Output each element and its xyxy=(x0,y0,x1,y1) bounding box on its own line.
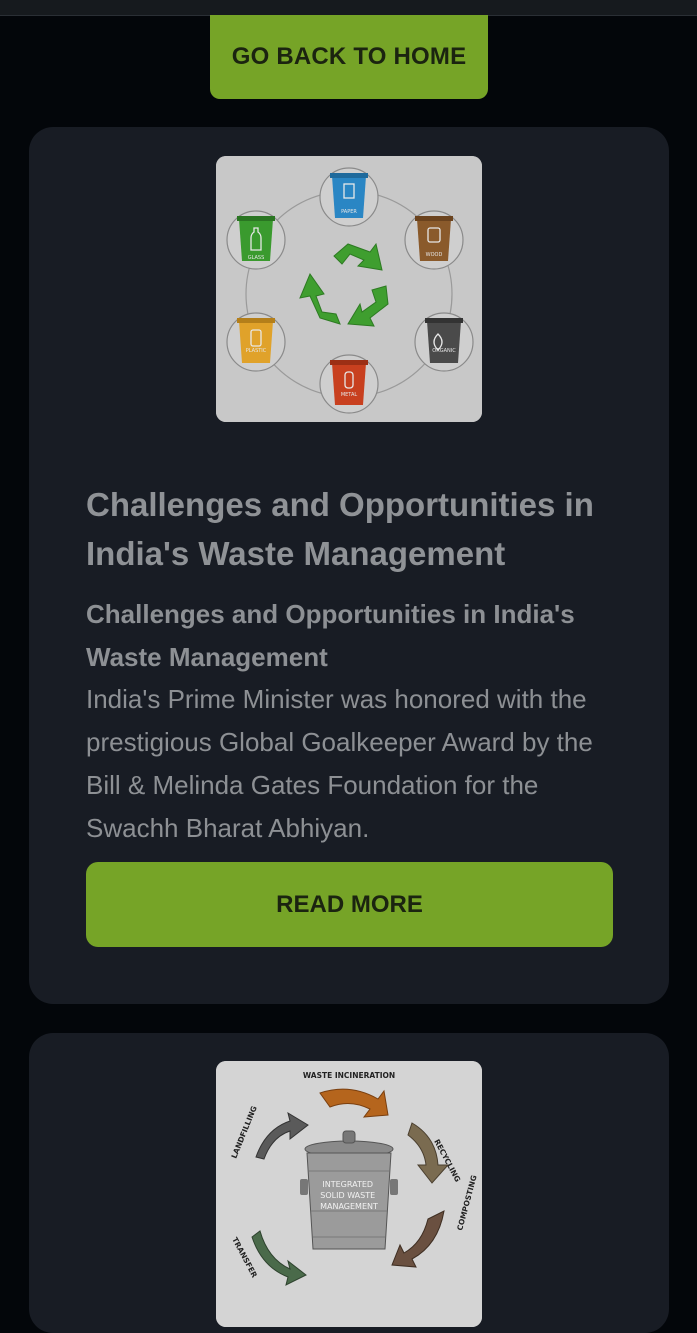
recycle-bins-image: PAPER WOOD ORGANIC METAL PLASTIC GLASS xyxy=(216,156,482,422)
article-summary: India's Prime Minister was honored with … xyxy=(86,684,593,843)
article-card: PAPER WOOD ORGANIC METAL PLASTIC GLASS C… xyxy=(29,127,669,1004)
browser-top-bar xyxy=(0,0,697,16)
bin-label-paper: PAPER xyxy=(341,209,357,215)
recycle-bins-icon: PAPER WOOD ORGANIC METAL PLASTIC GLASS xyxy=(216,156,482,422)
integrated-waste-management-image: WASTE INCINERATION RECYCLING COMPOSTING … xyxy=(216,1061,482,1327)
center-text: INTEGRATED SOLID WASTE MANAGEMENT xyxy=(320,1180,378,1211)
bin-label-glass: GLASS xyxy=(248,255,265,261)
bin-label-plastic: PLASTIC xyxy=(246,348,267,354)
read-more-button[interactable]: READ MORE xyxy=(86,862,613,947)
bin-label-wood: WOOD xyxy=(426,252,443,258)
integrated-waste-management-icon: WASTE INCINERATION RECYCLING COMPOSTING … xyxy=(216,1061,482,1327)
bin-label-organic: ORGANIC xyxy=(432,348,456,354)
article-subtitle: Challenges and Opportunities in India's … xyxy=(86,599,575,672)
trash-can-icon xyxy=(300,1130,398,1250)
article-card: WASTE INCINERATION RECYCLING COMPOSTING … xyxy=(29,1033,669,1333)
bin-label-metal: METAL xyxy=(341,392,358,398)
article-title: Challenges and Opportunities in India's … xyxy=(86,486,594,572)
go-back-home-button[interactable]: GO BACK TO HOME xyxy=(210,15,488,99)
label-waste-incineration: WASTE INCINERATION xyxy=(303,1071,395,1080)
